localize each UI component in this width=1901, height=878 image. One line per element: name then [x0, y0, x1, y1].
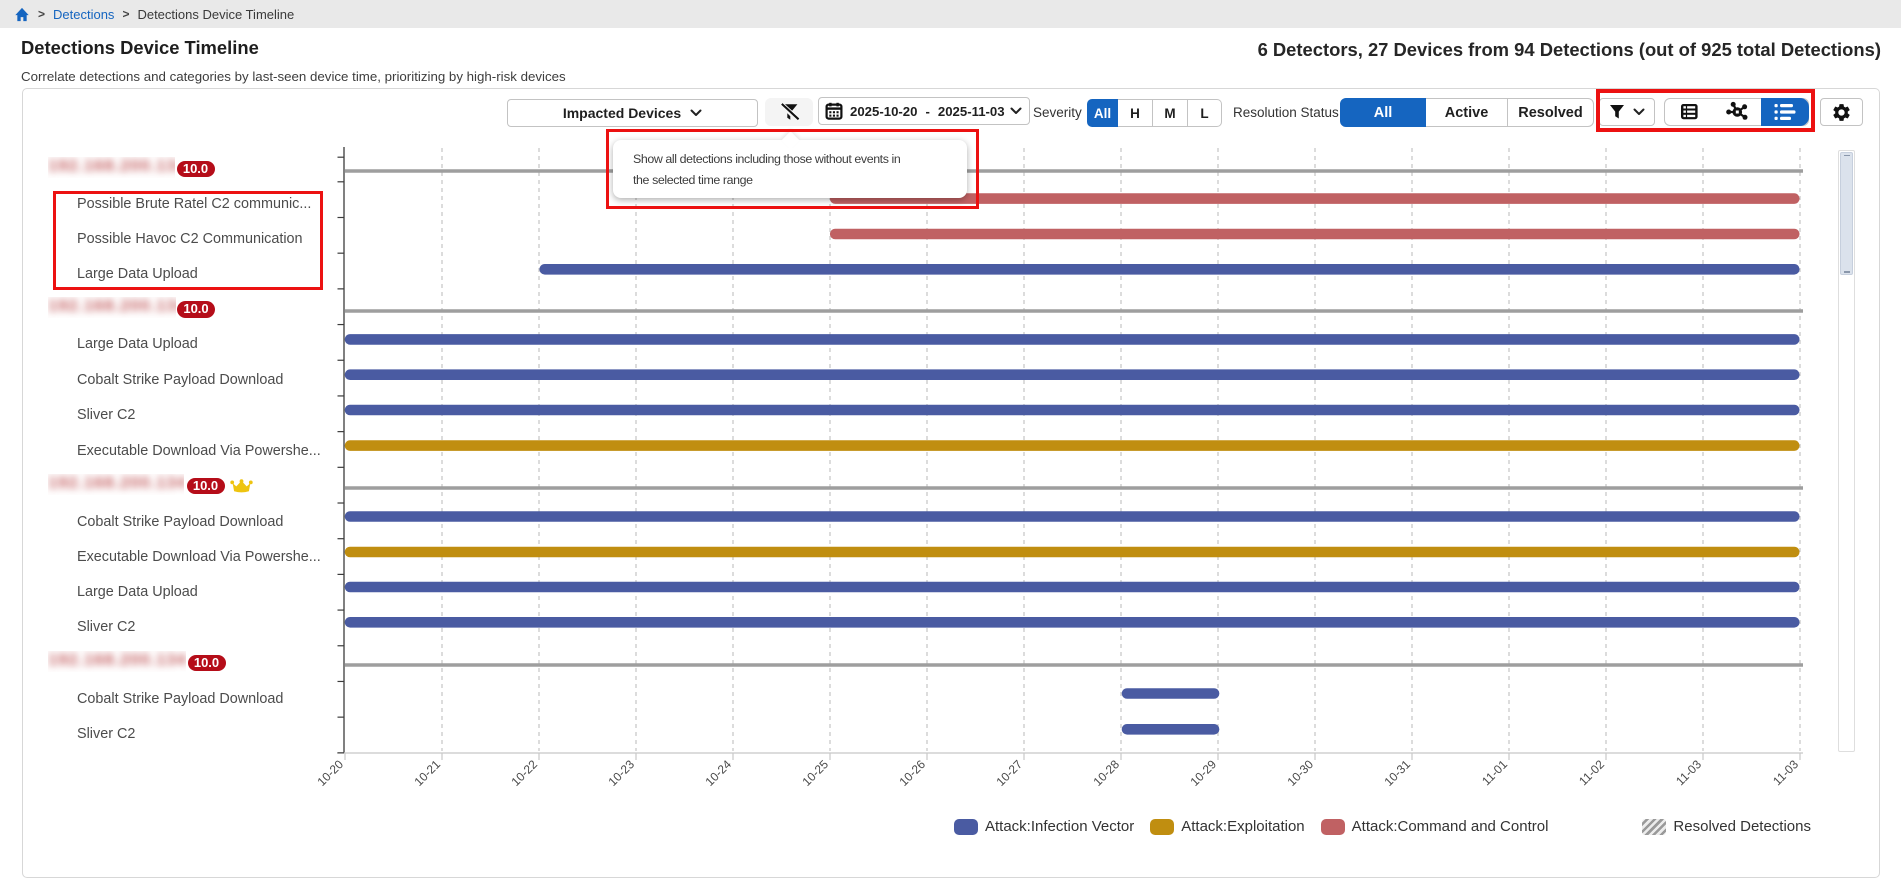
svg-text:10-25: 10-25	[800, 757, 832, 789]
svg-text:10-29: 10-29	[1188, 757, 1220, 789]
svg-text:10-27: 10-27	[994, 757, 1026, 789]
svg-text:10-24: 10-24	[703, 757, 735, 789]
svg-text:10-23: 10-23	[606, 757, 638, 789]
svg-text:10-31: 10-31	[1382, 757, 1414, 789]
svg-text:10-28: 10-28	[1091, 757, 1123, 789]
svg-text:10-26: 10-26	[897, 757, 929, 789]
svg-text:10-22: 10-22	[509, 757, 541, 789]
svg-text:11-01: 11-01	[1479, 757, 1510, 788]
svg-text:11-03: 11-03	[1673, 757, 1704, 788]
svg-text:11-02: 11-02	[1576, 757, 1607, 788]
svg-text:10-30: 10-30	[1285, 757, 1317, 789]
svg-text:10-21: 10-21	[412, 757, 444, 789]
svg-text:11-03: 11-03	[1770, 757, 1801, 788]
svg-text:10-20: 10-20	[315, 757, 347, 789]
